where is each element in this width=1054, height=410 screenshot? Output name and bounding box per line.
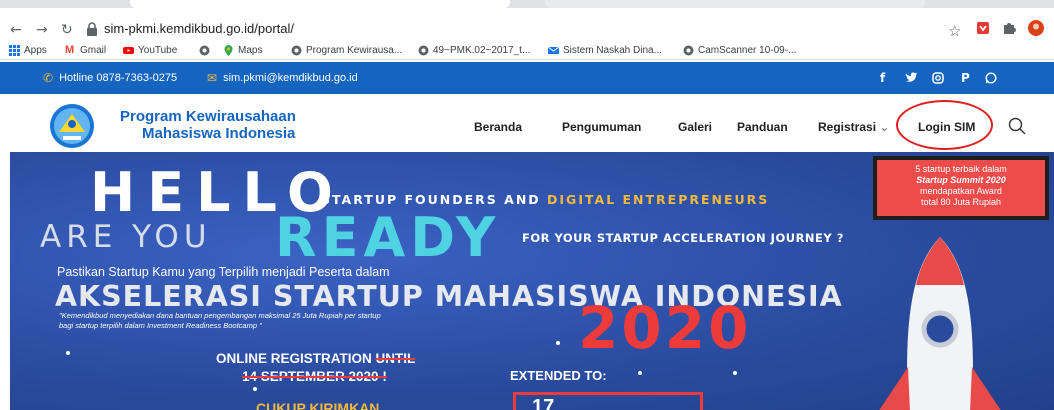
bookmark-label: Maps — [238, 44, 263, 56]
phone-icon: ✆ — [43, 71, 54, 85]
nav-beranda[interactable]: Beranda — [474, 120, 522, 134]
globe-icon — [418, 45, 429, 55]
email-icon: ✉ — [207, 71, 218, 85]
note-line-1: "Kemendikbud menyediakan dana bantuan pe… — [59, 311, 381, 320]
chevron-down-icon: ⌄ — [879, 120, 890, 134]
promo-line-4: total 80 Juta Rupiah — [920, 197, 1002, 207]
hero-ready: READY — [275, 206, 501, 269]
browser-tab-active[interactable] — [130, 0, 510, 8]
search-icon[interactable] — [1008, 117, 1026, 135]
nav-panduan[interactable]: Panduan — [737, 120, 788, 134]
reload-icon[interactable]: ↻ — [61, 22, 73, 38]
bookmark-camscanner[interactable]: CamScanner 10-09-... — [683, 43, 796, 57]
promo-line-3: mendapatkan Award — [920, 186, 1002, 196]
hero-banner[interactable]: HELLO STARTUP FOUNDERS AND DIGITAL ENTRE… — [10, 152, 1054, 410]
bookmark-label: 49~PMK.02~2017_t... — [433, 44, 531, 56]
whatsapp-icon[interactable] — [985, 72, 997, 84]
back-icon[interactable]: ← — [10, 22, 22, 38]
site-topbar: ✆ Hotline 0878-7363-0275 ✉ sim.pkmi@kemd… — [0, 62, 1054, 94]
url-text[interactable]: sim-pkmi.kemdikbud.go.id/portal/ — [104, 21, 294, 36]
until-struck: UNTIL — [375, 351, 416, 366]
hero-journey: FOR YOUR STARTUP ACCELERATION JOURNEY ? — [522, 231, 844, 245]
tagline-part-b: DIGITAL ENTREPRENEURS — [547, 192, 770, 207]
star-icon[interactable]: ☆ — [948, 22, 961, 40]
bookmark-label: Apps — [24, 44, 47, 56]
bookmark-label: Program Kewirausa... — [306, 44, 403, 56]
twitter-icon[interactable] — [905, 72, 918, 84]
globe-icon — [199, 45, 210, 55]
lock-icon — [87, 22, 97, 36]
kemdikbud-logo[interactable] — [35, 102, 109, 150]
rocket-illustration — [879, 237, 1001, 410]
new-deadline-day: 17 — [532, 396, 555, 410]
bookmark-label: YouTube — [138, 44, 178, 56]
globe-icon — [683, 45, 694, 55]
note-line-2: bagi startup terpilih dalam Investment R… — [59, 321, 262, 330]
email-info[interactable]: ✉ sim.pkmi@kemdikbud.go.id — [207, 71, 358, 85]
online-registration: ONLINE REGISTRATION UNTIL — [216, 351, 415, 366]
profile-avatar-icon[interactable] — [1028, 20, 1044, 36]
brand-line-2: Mahasiswa Indonesia — [142, 125, 296, 142]
bookmark-pmk[interactable]: 49~PMK.02~2017_t... — [418, 43, 530, 57]
bookmark-label: CamScanner 10-09-... — [698, 44, 797, 56]
hero-are-you: ARE YOU — [40, 219, 212, 255]
pinterest-icon[interactable]: P — [961, 71, 970, 85]
instagram-icon[interactable] — [932, 72, 944, 84]
bookmark-program-kewirausahaan[interactable]: Program Kewirausa... — [291, 43, 402, 57]
decor-dot — [556, 341, 560, 345]
hero-pastikan: Pastikan Startup Kamu yang Terpilih menj… — [57, 265, 390, 279]
nav-registrasi[interactable]: Registrasi ⌄ — [818, 120, 889, 134]
highlight-circle — [896, 100, 993, 150]
promo-line-1: 5 startup terbaik dalam — [915, 164, 1007, 174]
promo-card[interactable]: 5 startup terbaik dalam Startup Summit 2… — [873, 156, 1049, 220]
apps-grid-icon — [9, 44, 20, 56]
youtube-icon — [123, 46, 134, 54]
deadline-struck: 14 SEPTEMBER 2020 ! — [242, 369, 387, 384]
bookmark-label: Sistem Naskah Dina... — [563, 44, 662, 56]
promo-line-2: Startup Summit 2020 — [916, 175, 1006, 185]
extension-shield-icon[interactable] — [975, 20, 991, 36]
hotline-text: Hotline 0878-7363-0275 — [59, 72, 178, 84]
puzzle-icon[interactable] — [1001, 20, 1017, 36]
decor-dot — [66, 351, 70, 355]
decor-dot — [638, 371, 642, 375]
globe-icon — [291, 45, 302, 55]
browser-tab[interactable] — [545, 0, 925, 8]
email-text: sim.pkmi@kemdikbud.go.id — [223, 72, 358, 84]
mail-icon — [548, 46, 559, 54]
maps-pin-icon — [224, 44, 233, 56]
brand-line-1: Program Kewirausahaan — [120, 108, 296, 125]
bookmark-chrome-1[interactable] — [199, 43, 210, 57]
bookmark-gmail[interactable]: M Gmail — [65, 43, 106, 57]
nav-registrasi-label: Registrasi — [818, 120, 877, 134]
bookmark-maps[interactable]: Maps — [223, 43, 262, 57]
extended-to: EXTENDED TO: — [510, 368, 607, 383]
bookmark-youtube[interactable]: YouTube — [123, 43, 177, 57]
decor-dot — [253, 387, 257, 391]
bookmark-apps[interactable]: Apps — [9, 43, 47, 57]
bookmark-sistem-naskah[interactable]: Sistem Naskah Dina... — [548, 43, 662, 57]
address-bar-row: ← → ↻ sim-pkmi.kemdikbud.go.id/portal/ ☆ — [0, 8, 1054, 40]
bookmark-label: Gmail — [80, 44, 107, 56]
facebook-icon[interactable]: f — [880, 71, 885, 85]
gmail-icon: M — [65, 43, 75, 56]
forward-icon[interactable]: → — [36, 22, 48, 38]
hero-year: 2020 — [578, 294, 752, 362]
hero-funding-note: "Kemendikbud menyediakan dana bantuan pe… — [59, 311, 381, 331]
bookmarks-bar: Apps M Gmail YouTube Maps Program Kewira… — [0, 40, 1054, 60]
nav-galeri[interactable]: Galeri — [678, 120, 712, 134]
decor-dot — [733, 371, 737, 375]
online-reg-label: ONLINE REGISTRATION — [216, 351, 376, 366]
tagline-part-a: STARTUP FOUNDERS AND — [321, 192, 548, 207]
brand-title[interactable]: Program Kewirausahaan Mahasiswa Indonesi… — [120, 108, 296, 142]
hotline-info[interactable]: ✆ Hotline 0878-7363-0275 — [43, 71, 177, 85]
cukup-kirimkan: CUKUP KIRIMKAN — [256, 400, 380, 410]
nav-pengumuman[interactable]: Pengumuman — [562, 120, 641, 134]
browser-tab-strip[interactable] — [0, 0, 1054, 8]
hero-tagline: STARTUP FOUNDERS AND DIGITAL ENTREPRENEU… — [321, 192, 769, 207]
